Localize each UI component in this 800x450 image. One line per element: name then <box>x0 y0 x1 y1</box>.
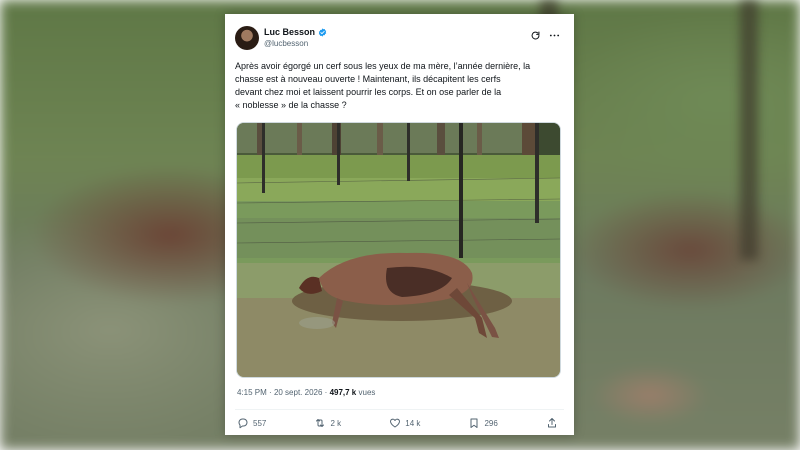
grok-icon[interactable] <box>530 28 541 40</box>
meta-separator: · <box>269 388 272 397</box>
meta-separator: · <box>324 388 328 397</box>
author-name[interactable]: Luc Besson <box>264 27 315 37</box>
tweet-header: Luc Besson @lucbesson <box>235 26 564 54</box>
background-tree-trunk <box>740 0 758 260</box>
repost-icon <box>316 419 325 427</box>
tweet-text-line: chasse est à nouveau ouverte ! Maintenan… <box>235 74 501 84</box>
like-button[interactable]: 14 k <box>389 417 420 429</box>
author-handle[interactable]: @lucbesson <box>264 39 308 48</box>
reply-count: 557 <box>253 418 267 428</box>
avatar[interactable] <box>235 26 259 50</box>
tweet-photo[interactable] <box>236 122 561 378</box>
verified-badge-icon <box>318 27 327 37</box>
tweet-text-line: Après avoir égorgé un cerf sous les yeux… <box>235 61 531 71</box>
author-name-row: Luc Besson <box>264 27 327 37</box>
header-actions <box>530 28 560 40</box>
reply-icon <box>238 418 248 429</box>
tweet-text-line: « noblesse » de la chasse ? <box>235 100 347 110</box>
tweet-actions: 557 2 k 14 k 296 <box>237 416 558 430</box>
bookmark-count: 296 <box>484 418 498 428</box>
tweet-card: Luc Besson @lucbesson Après avoir égorgé… <box>225 14 574 435</box>
reply-button[interactable]: 557 <box>237 417 266 429</box>
divider <box>235 409 564 410</box>
bookmark-button[interactable]: 296 <box>468 417 498 429</box>
tweet-time[interactable]: 4:15 PM <box>237 388 267 397</box>
repost-count: 2 k <box>330 418 342 428</box>
tweet-date[interactable]: 20 sept. 2026 <box>274 388 322 397</box>
share-button[interactable] <box>546 417 558 429</box>
views-label: vues <box>358 388 376 397</box>
share-icon <box>547 418 556 428</box>
bookmark-icon <box>470 418 478 428</box>
repost-button[interactable]: 2 k <box>314 417 341 429</box>
heart-icon <box>390 418 401 428</box>
views-count: 497,7 k <box>329 388 357 397</box>
tweet-meta: 4:15 PM · 20 sept. 2026 · 497,7 k vues <box>237 388 375 397</box>
more-icon[interactable] <box>549 28 560 39</box>
like-count: 14 k <box>405 418 421 428</box>
tweet-text-line: devant chez moi et laissent pourrir les … <box>235 87 502 97</box>
photo-deer-by-fence <box>237 123 560 377</box>
tweet-text: Après avoir égorgé un cerf sous les yeux… <box>235 60 565 112</box>
